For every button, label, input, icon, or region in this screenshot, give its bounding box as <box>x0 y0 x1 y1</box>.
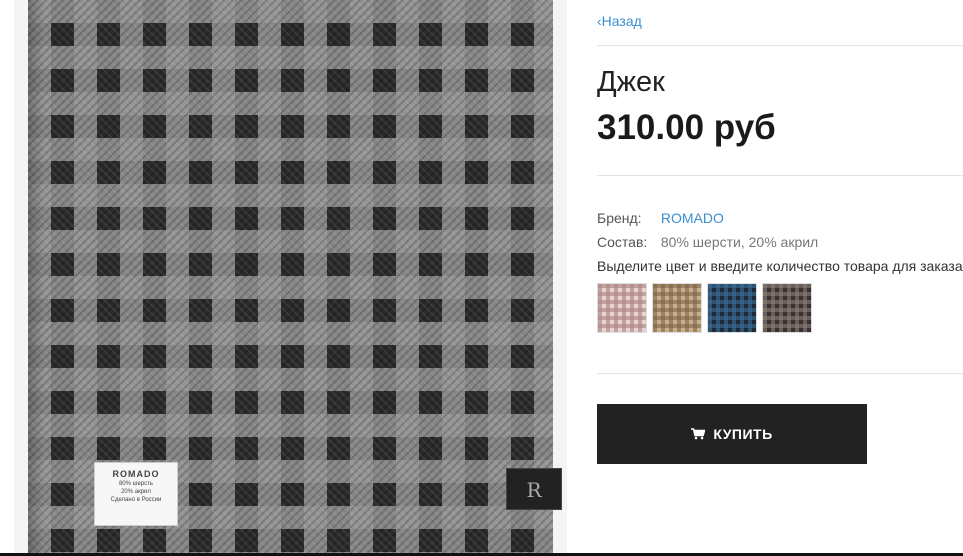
side-tag: R <box>506 468 562 510</box>
cart-icon <box>691 428 706 440</box>
swatch-navy-check[interactable] <box>707 283 757 333</box>
garment-label: ROMADO 80% шерсть 20% акрил Сделано в Ро… <box>94 462 178 526</box>
composition-row: Состав: 80% шерсти, 20% акрил <box>597 234 818 250</box>
color-swatches <box>597 283 812 333</box>
back-link[interactable]: ‹Назад <box>597 13 642 29</box>
swatch-brown-check[interactable] <box>762 283 812 333</box>
divider <box>597 45 963 46</box>
product-price: 310.00 руб <box>597 108 776 147</box>
product-title: Джек <box>597 66 665 98</box>
garment-label-line1: 80% шерсть <box>118 481 154 487</box>
garment-label-line3: Сделано в России <box>110 497 162 503</box>
composition-label: Состав: <box>597 234 648 250</box>
brand-link[interactable]: ROMADO <box>661 210 724 226</box>
divider <box>597 175 963 176</box>
buy-button-label: КУПИТЬ <box>713 426 773 442</box>
garment-label-line2: 20% акрил <box>121 489 151 495</box>
garment-label-brand: ROMADO <box>112 469 160 479</box>
composition-value: 80% шерсти, 20% акрил <box>660 234 819 250</box>
product-image: ROMADO 80% шерсть 20% акрил Сделано в Ро… <box>14 0 567 556</box>
buy-button[interactable]: КУПИТЬ <box>597 404 867 464</box>
brand-row: Бренд: ROMADO <box>597 210 724 226</box>
brand-label: Бренд: <box>597 210 642 226</box>
order-instructions: Выделите цвет и введите количество товар… <box>597 258 963 274</box>
swatch-pink-check[interactable] <box>597 283 647 333</box>
divider <box>597 373 963 374</box>
swatch-beige-check[interactable] <box>652 283 702 333</box>
back-link-label: Назад <box>601 13 642 29</box>
